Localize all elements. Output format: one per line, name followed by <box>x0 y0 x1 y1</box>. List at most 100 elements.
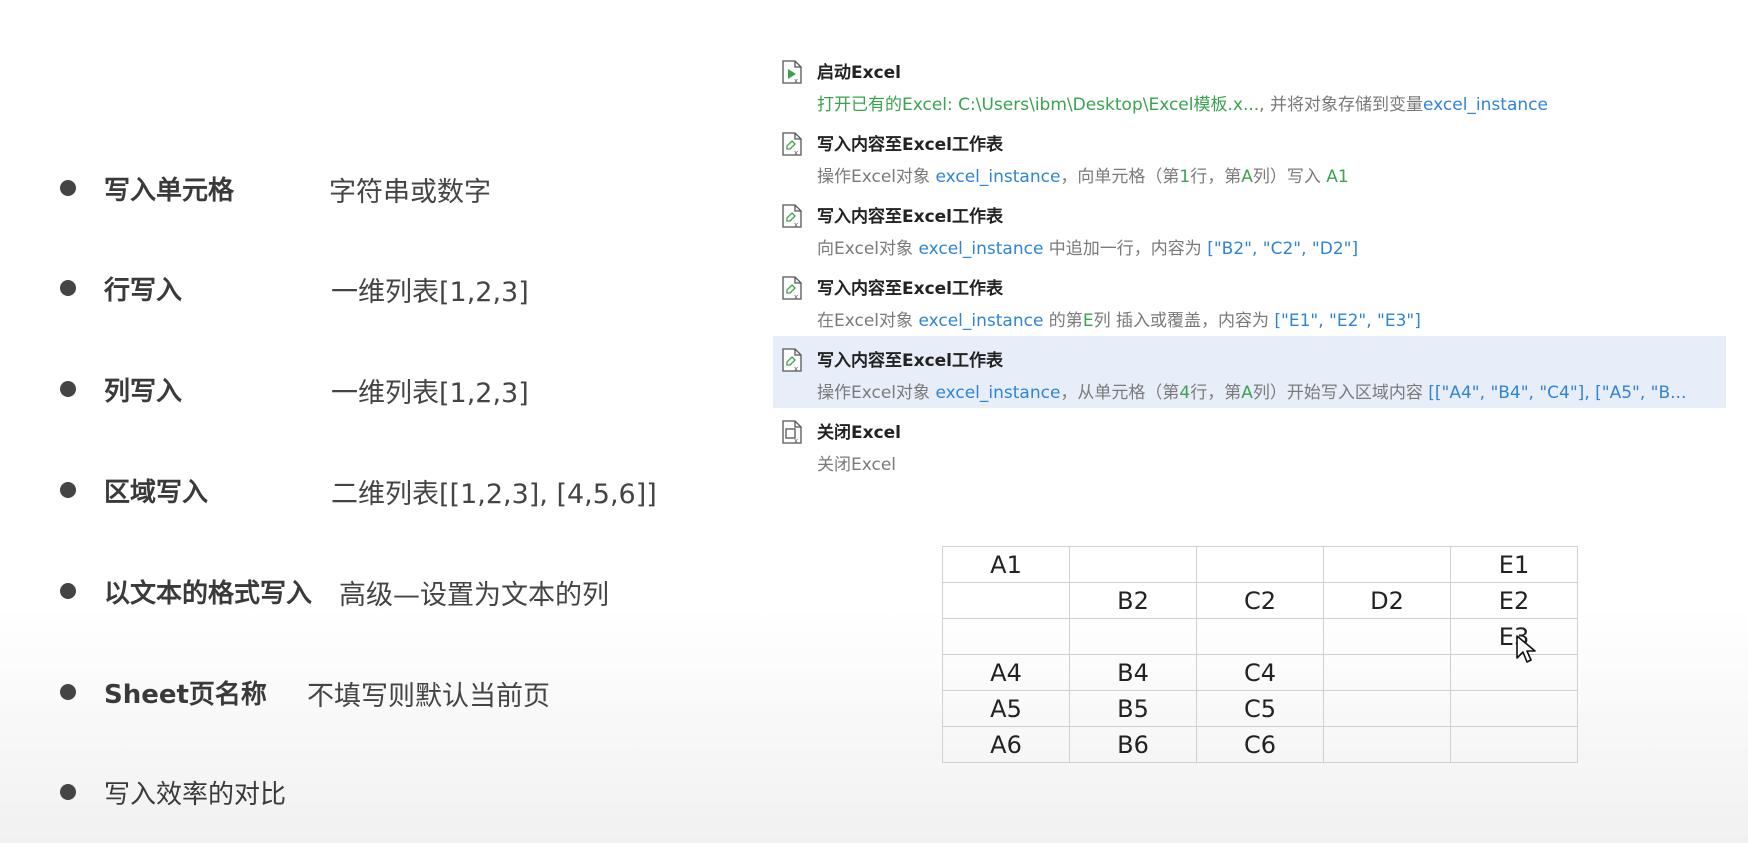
description-segment: 4 <box>1179 383 1191 403</box>
activity-step-title: 写入内容至Excel工作表 <box>817 207 1004 227</box>
description-segment: excel_instance <box>935 167 1061 187</box>
description-segment: ，向单元格（第 <box>1060 167 1180 187</box>
bullet-dot <box>60 482 76 498</box>
grid-cell[interactable]: B6 <box>1069 726 1197 763</box>
mouse-pointer-icon <box>1516 635 1536 663</box>
bullet-label: 行写入 <box>104 276 183 306</box>
activity-step-title: 写入内容至Excel工作表 <box>817 135 1004 155</box>
excel-close-icon: x <box>782 420 802 445</box>
grid-cell[interactable]: B4 <box>1069 654 1197 691</box>
description-segment: A <box>1241 383 1253 403</box>
grid-cell[interactable]: A6 <box>942 726 1070 763</box>
excel-write-icon: x <box>782 204 802 229</box>
description-segment: 向Excel对象 <box>817 239 919 259</box>
activity-step[interactable]: x 写入内容至Excel工作表在Excel对象 excel_instance 的第… <box>773 264 1726 336</box>
bullet-value: 一维列表[1,2,3] <box>331 378 529 409</box>
grid-cell[interactable] <box>1450 654 1578 691</box>
bullet-item: 区域写入 二维列表[[1,2,3], [4,5,6]] <box>0 470 760 510</box>
description-segment: 关闭Excel <box>817 455 897 475</box>
grid-cell[interactable] <box>1323 618 1451 655</box>
grid-cell[interactable] <box>942 582 1070 619</box>
description-segment: 1 <box>1179 167 1191 187</box>
grid-cell[interactable]: E2 <box>1450 582 1578 619</box>
grid-cell[interactable] <box>1323 690 1451 727</box>
description-segment: excel_instance <box>935 383 1061 403</box>
grid-cell[interactable] <box>1323 654 1451 691</box>
bullet-dot <box>60 180 76 196</box>
description-segment: 行，第 <box>1190 167 1242 187</box>
bullet-label: Sheet页名称 <box>104 680 267 710</box>
svg-text:x: x <box>794 149 798 156</box>
activity-step[interactable]: x 关闭Excel 关闭Excel <box>773 408 1726 480</box>
description-segment: 操作Excel对象 <box>817 167 936 187</box>
activity-step-description: 打开已有的Excel: C:\Users\ibm\Desktop\Excel模板… <box>817 90 1548 115</box>
bullet-dot <box>60 583 76 599</box>
grid-cell[interactable]: D2 <box>1323 582 1451 619</box>
description-segment: 的第 <box>1043 311 1083 331</box>
grid-cell[interactable]: A5 <box>942 690 1070 727</box>
grid-cell[interactable] <box>1450 726 1578 763</box>
bullet-item: Sheet页名称 不填写则默认当前页 <box>0 672 760 712</box>
grid-cell[interactable]: C4 <box>1196 654 1324 691</box>
description-segment: 打开已有的Excel: C:\Users\ibm\Desktop\Excel模板… <box>817 95 1260 115</box>
grid-cell[interactable]: B2 <box>1069 582 1197 619</box>
grid-cell[interactable]: E1 <box>1450 546 1578 583</box>
grid-cell[interactable] <box>1196 546 1324 583</box>
svg-text:x: x <box>794 437 798 444</box>
activity-step-title: 关闭Excel <box>817 423 902 443</box>
description-segment: 列）开始写入区域内容 <box>1252 383 1429 403</box>
activity-step-description: 操作Excel对象 excel_instance，向单元格（第1行，第A列）写入… <box>817 162 1349 187</box>
bullet-dot <box>60 684 76 700</box>
activity-step-list: x 启动Excel 打开已有的Excel: C:\Users\ibm\Desktop… <box>773 48 1726 480</box>
bullet-item: 写入效率的对比 <box>0 772 760 812</box>
grid-cell[interactable] <box>1323 726 1451 763</box>
grid-cell[interactable]: C2 <box>1196 582 1324 619</box>
excel-launch-icon: x <box>782 60 802 85</box>
grid-cell[interactable] <box>1069 618 1197 655</box>
activity-step-description: 操作Excel对象 excel_instance，从单元格（第4行，第A列）开始… <box>817 378 1686 403</box>
bullet-item: 以文本的格式写入 高级—设置为文本的列 <box>0 571 760 611</box>
description-segment: A <box>1241 167 1253 187</box>
description-segment: E <box>1082 311 1094 331</box>
description-segment: ，从单元格（第 <box>1060 383 1180 403</box>
description-segment: excel_instance <box>1422 95 1548 115</box>
description-segment: 中追加一行，内容为 <box>1043 239 1208 259</box>
grid-row: B2 C2 D2 E2 <box>942 582 1578 619</box>
grid-cell[interactable]: A4 <box>942 654 1070 691</box>
grid-row: A6 B6 C6 <box>942 726 1578 763</box>
grid-cell[interactable]: B5 <box>1069 690 1197 727</box>
grid-cell[interactable] <box>1323 546 1451 583</box>
bullet-value: 一维列表[1,2,3] <box>331 277 529 308</box>
bullet-value: 字符串或数字 <box>329 177 491 208</box>
bullet-label: 写入单元格 <box>104 176 235 206</box>
grid-cell[interactable]: E3 <box>1450 618 1578 655</box>
excel-write-icon: x <box>782 276 802 301</box>
grid-cell[interactable] <box>1196 618 1324 655</box>
grid-row: E3 <box>942 618 1578 655</box>
svg-text:x: x <box>794 365 798 372</box>
excel-write-icon: x <box>782 348 802 373</box>
svg-text:x: x <box>794 221 798 228</box>
grid-cell[interactable] <box>942 618 1070 655</box>
grid-cell[interactable] <box>1069 546 1197 583</box>
grid-cell[interactable]: C5 <box>1196 690 1324 727</box>
bullet-label: 写入效率的对比 <box>104 780 287 810</box>
grid-cell[interactable] <box>1450 690 1578 727</box>
description-segment: excel_instance <box>918 239 1044 259</box>
activity-step[interactable]: x 写入内容至Excel工作表 操作Excel对象 excel_instance，从… <box>773 336 1726 408</box>
grid-cell[interactable]: A1 <box>942 546 1070 583</box>
bullet-dot <box>60 280 76 296</box>
activity-step-description: 在Excel对象 excel_instance 的第E列 插入或覆盖，内容为 [… <box>817 306 1421 331</box>
result-spreadsheet-grid: A1 E1 B2 C2 D2 E2 E3 A4 B4 C4 A5 B5 C5 A6 B6 C6 <box>942 546 1578 763</box>
activity-step-title: 写入内容至Excel工作表 <box>817 279 1004 299</box>
bullet-item: 行写入 一维列表[1,2,3] <box>0 268 760 308</box>
description-segment: [["A4", "B4", "C4"], ["A5", "B... <box>1428 383 1687 403</box>
grid-cell[interactable]: C6 <box>1196 726 1324 763</box>
activity-step-description: 关闭Excel <box>817 450 896 475</box>
activity-step[interactable]: x 写入内容至Excel工作表 操作Excel对象 excel_instance，向… <box>773 120 1726 192</box>
activity-step[interactable]: x 写入内容至Excel工作表 向Excel对象 excel_instance 中追… <box>773 192 1726 264</box>
activity-step-description: 向Excel对象 excel_instance 中追加一行，内容为 ["B2",… <box>817 234 1358 259</box>
description-segment: 操作Excel对象 <box>817 383 936 403</box>
activity-step[interactable]: x 启动Excel 打开已有的Excel: C:\Users\ibm\Desktop… <box>773 48 1726 120</box>
description-segment: 列）写入 <box>1252 167 1327 187</box>
